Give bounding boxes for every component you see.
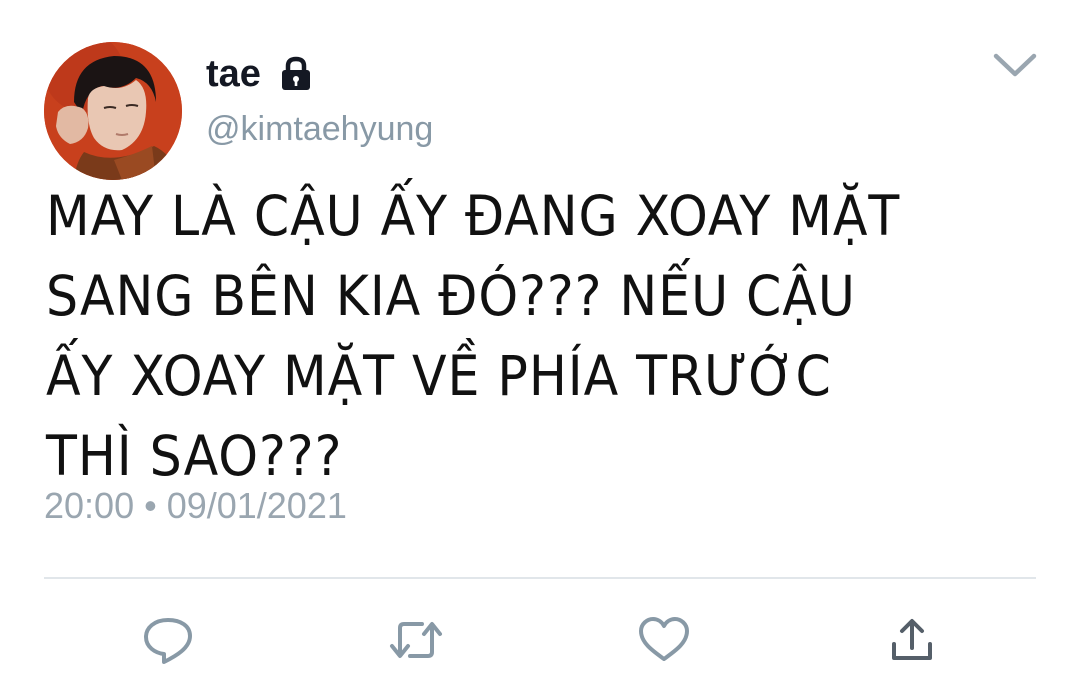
display-name[interactable]: tae [206,53,261,96]
chevron-down-icon[interactable] [990,48,1040,82]
reply-icon [144,618,192,664]
lock-icon [277,55,315,93]
tweet-timestamp[interactable]: 20:00 • 09/01/2021 [44,485,347,527]
tweet-text: MAY LÀ CẬU ẤY ĐANG XOAY MẶT SANG BÊN KIA… [46,184,901,488]
divider [44,577,1036,579]
reply-button[interactable] [140,612,196,668]
retweet-button[interactable] [388,612,444,668]
like-button[interactable] [636,612,692,668]
share-icon [892,619,932,660]
user-handle[interactable]: @kimtaehyung [206,110,433,149]
retweet-icon [390,622,442,658]
tweet-card: tae @kimtaehyung MAY LÀ CẬU ẤY ĐANG XOAY… [0,0,1080,692]
share-button[interactable] [884,612,940,668]
action-bar [0,612,1080,672]
avatar-photo [44,42,182,180]
user-name-row: tae [206,50,315,98]
avatar[interactable] [44,42,182,180]
heart-icon [639,617,689,661]
